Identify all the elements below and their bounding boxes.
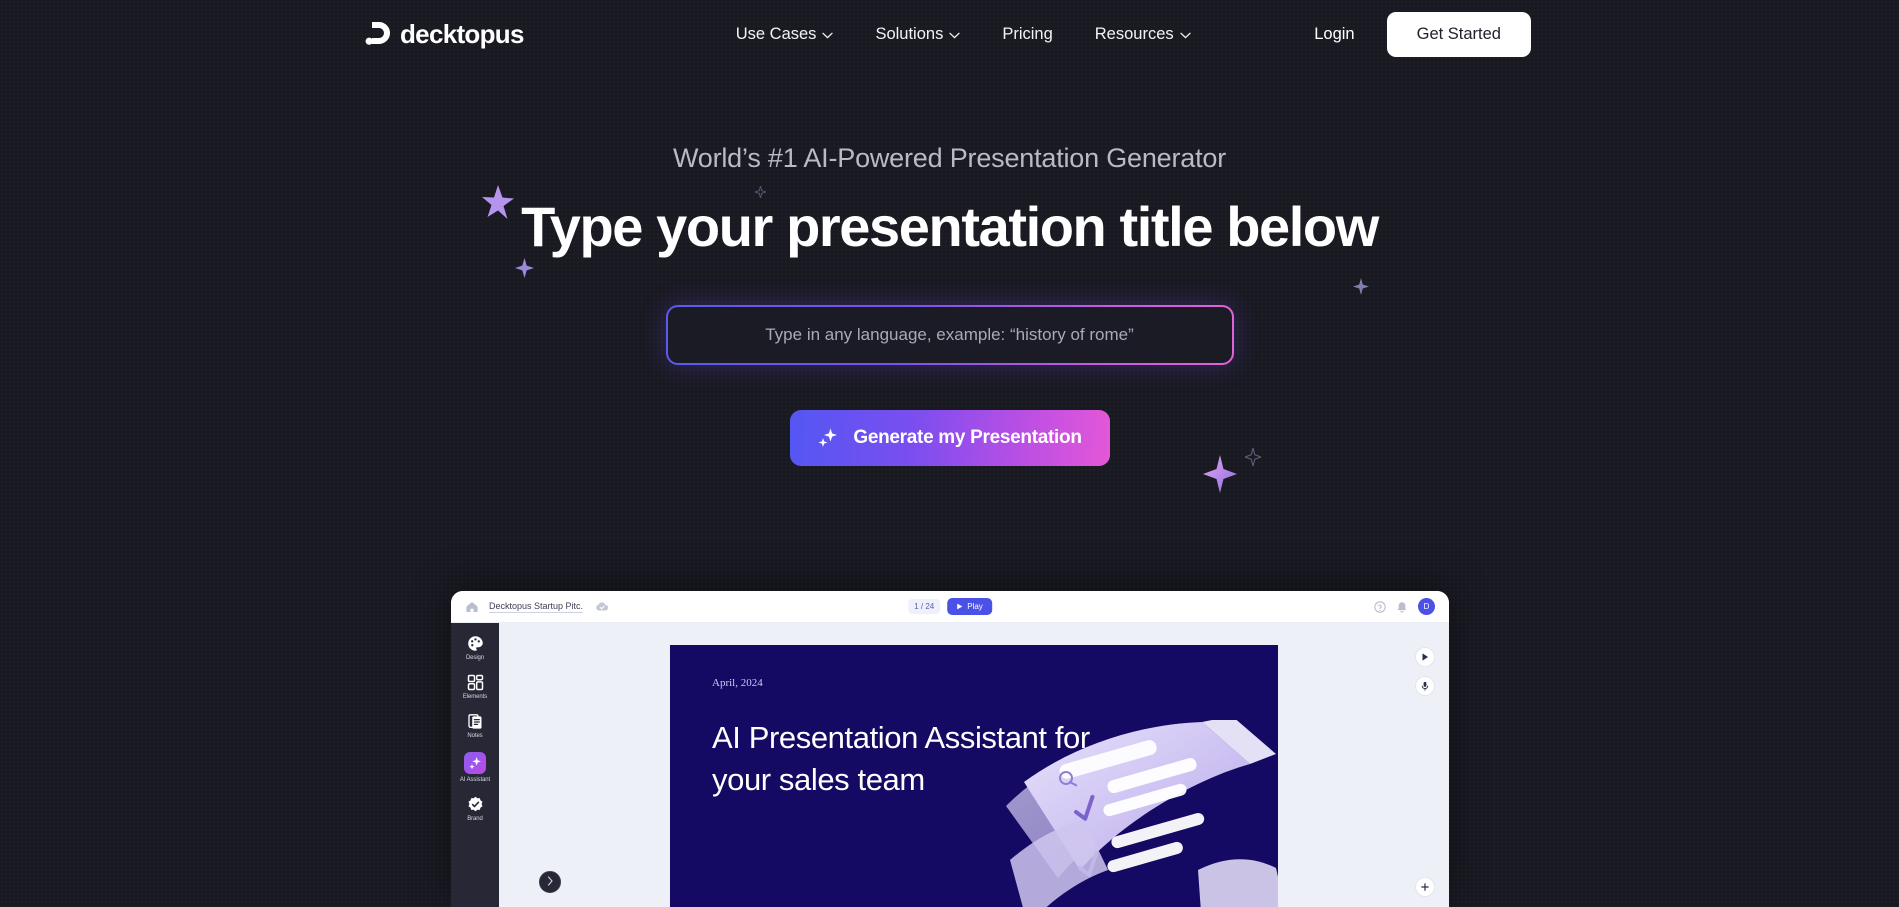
app-topbar: Decktopus Startup Pitc. 1 / 24 Play D [451,591,1449,623]
verified-badge-icon [467,796,484,813]
sparkles-icon [817,427,839,449]
play-label: Play [967,602,983,611]
sidebar-item-brand-label: Brand [467,816,483,822]
slide-preview[interactable]: April, 2024 AI Presentation Assistant fo… [670,645,1278,907]
app-topbar-actions: D [1374,598,1435,615]
microphone-icon [1420,681,1430,691]
login-link[interactable]: Login [1302,17,1366,52]
slide-microphone-button[interactable] [1415,676,1435,696]
slide-date: April, 2024 [712,677,763,689]
decktopus-d-mark-icon [365,20,391,48]
bell-icon[interactable] [1396,601,1408,613]
top-navigation-bar: decktopus Use Cases Solutions Pricing Re… [0,0,1899,68]
hero-section: World’s #1 AI-Powered Presentation Gener… [0,68,1899,466]
slide-counter: 1 / 24 [908,599,941,614]
title-input-wrapper [665,305,1234,365]
slide-canvas-area: April, 2024 AI Presentation Assistant fo… [499,623,1449,907]
slide-play-button[interactable] [1415,647,1435,667]
sidebar-item-brand[interactable]: Brand [451,796,499,822]
user-avatar[interactable]: D [1418,598,1435,615]
app-preview-window: Decktopus Startup Pitc. 1 / 24 Play D De… [451,591,1449,907]
primary-nav-links: Use Cases Solutions Pricing Resources [736,25,1191,44]
plus-icon [1420,882,1430,892]
help-circle-icon[interactable] [1374,600,1386,613]
chevron-down-icon [949,29,960,39]
grid-icon [467,674,484,691]
logo-wordmark: decktopus [400,18,524,49]
hero-eyebrow: World’s #1 AI-Powered Presentation Gener… [672,143,1226,173]
nav-item-resources[interactable]: Resources [1095,25,1191,44]
slide-float-controls [1415,647,1435,696]
generate-presentation-label: Generate my Presentation [853,427,1082,448]
cloud-sync-icon [583,601,609,612]
slide-playback-controls: 1 / 24 Play [908,598,992,615]
chevron-right-icon [546,873,554,891]
nav-item-use-cases-label: Use Cases [735,24,817,43]
add-slide-button[interactable] [1415,877,1435,897]
play-icon [956,603,963,610]
document-title[interactable]: Decktopus Startup Pitc. [489,601,584,613]
palette-icon [467,635,484,652]
sidebar-item-design-label: Design [465,655,485,661]
sidebar-item-ai-assistant-label: AI Assistant [459,777,491,783]
chevron-down-icon [822,29,834,39]
sidebar-item-elements-label: Elements [462,694,488,700]
play-icon [1420,652,1430,662]
sidebar-item-notes-label: Notes [467,733,483,739]
page-title: Type your presentation title below [521,195,1379,258]
3d-checklist-card-illustration [988,716,1278,907]
nav-item-pricing-label: Pricing [1002,24,1053,43]
nav-item-solutions[interactable]: Solutions [875,25,960,44]
nav-item-use-cases[interactable]: Use Cases [736,25,834,44]
sidebar-item-notes[interactable]: Notes [451,713,499,739]
sidebar-collapse-handle[interactable] [539,871,561,893]
play-presentation-button[interactable]: Play [947,598,992,615]
get-started-button[interactable]: Get Started [1386,11,1531,57]
generate-presentation-button[interactable]: Generate my Presentation [789,410,1110,466]
nav-item-pricing[interactable]: Pricing [1002,25,1052,44]
chevron-down-icon [1179,29,1191,39]
home-icon[interactable] [465,600,479,614]
sidebar-item-elements[interactable]: Elements [451,674,499,700]
presentation-title-input[interactable] [667,307,1232,363]
app-sidebar: Design Elements Notes AI Assistant Brand [451,623,499,907]
ai-sparkle-icon [464,752,486,774]
app-body: Design Elements Notes AI Assistant Brand… [451,623,1449,907]
decktopus-logo[interactable]: decktopus [365,19,524,50]
nav-item-solutions-label: Solutions [875,24,944,43]
notes-icon [467,713,484,730]
nav-actions: Login Get Started [1302,11,1531,57]
nav-item-resources-label: Resources [1094,24,1174,43]
sidebar-item-ai-assistant[interactable]: AI Assistant [451,752,499,783]
sidebar-item-design[interactable]: Design [451,635,499,661]
